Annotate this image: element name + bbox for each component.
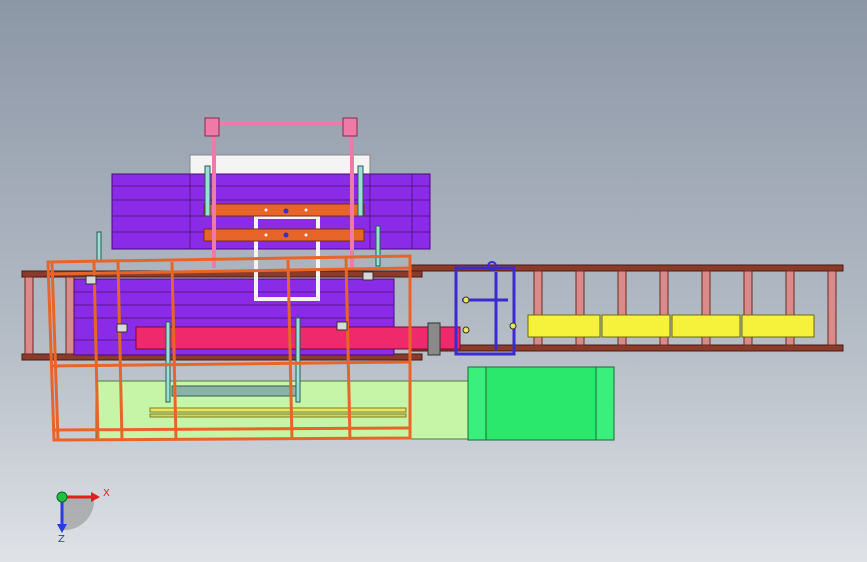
green-motor-box[interactable] [467,366,615,441]
blue-bracket-frame[interactable] [454,261,517,356]
x-axis-arrowhead [91,492,100,502]
yellow-blocks[interactable] [527,314,815,338]
triad-shadow [62,497,95,531]
cad-viewport[interactable]: X Z [0,0,867,562]
z-axis-label: Z [58,534,65,545]
assembly-drawing[interactable]: X Z [0,0,867,562]
green-beam-slot [149,407,407,413]
green-beam-carriage [171,385,297,397]
x-axis-label: X [103,488,110,499]
right-conveyor[interactable] [409,264,844,352]
conveyor-bottom-rail [409,344,844,352]
white-plate [189,154,371,176]
triad-origin [56,491,68,503]
coordinate-triad[interactable]: X Z [56,488,110,545]
green-beam-slot-2 [149,413,407,418]
